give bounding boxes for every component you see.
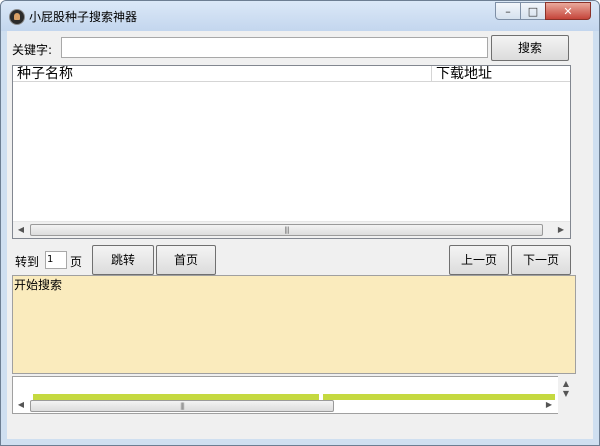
log-text: 开始搜索	[14, 278, 63, 292]
client-area: 关键字: 搜索 种子名称 下载地址 ◀ ||| ▶ 转到 1 页 跳转 首页 上…	[7, 31, 593, 439]
prev-page-button[interactable]: 上一页	[449, 245, 509, 275]
results-horizontal-scrollbar[interactable]: ◀ ||| ▶	[13, 221, 570, 238]
minimize-button[interactable]: –	[495, 2, 521, 20]
page-unit-label: 页	[70, 255, 83, 269]
jump-button[interactable]: 跳转	[92, 245, 154, 275]
scroll-right-icon[interactable]: ▶	[541, 397, 557, 413]
close-icon: ✕	[563, 5, 573, 18]
maximize-icon: □	[527, 5, 539, 18]
log-textarea[interactable]: 开始搜索	[12, 275, 576, 374]
search-button[interactable]: 搜索	[491, 35, 569, 61]
maximize-button[interactable]: □	[520, 2, 546, 20]
column-header-download-url[interactable]: 下载地址	[432, 66, 570, 82]
keyword-input[interactable]	[61, 37, 488, 58]
scroll-right-icon[interactable]: ▶	[553, 222, 569, 238]
scroll-thumb[interactable]: |||	[30, 400, 334, 412]
results-list[interactable]: 种子名称 下载地址 ◀ ||| ▶	[12, 65, 571, 239]
close-button[interactable]: ✕	[545, 2, 591, 20]
scroll-thumb[interactable]: |||	[30, 224, 543, 236]
page-number-input[interactable]: 1	[45, 251, 67, 269]
scroll-down-icon[interactable]: ▼	[558, 386, 574, 402]
app-window: 小屁股种子搜索神器 – □ ✕ 关键字: 搜索 种子名称 下载地址 ◀ ||| …	[0, 0, 600, 446]
column-header-torrent-name[interactable]: 种子名称	[13, 66, 432, 82]
progress-horizontal-scrollbar[interactable]: ◀ ||| ▶	[13, 397, 557, 413]
title-bar[interactable]: 小屁股种子搜索神器 – □ ✕	[1, 1, 599, 31]
window-title: 小屁股种子搜索神器	[29, 10, 138, 24]
goto-label: 转到	[15, 255, 40, 269]
progress-panel: ◀ ||| ▶	[12, 376, 571, 414]
minimize-icon: –	[505, 5, 511, 18]
next-page-button[interactable]: 下一页	[511, 245, 571, 275]
scroll-left-icon[interactable]: ◀	[13, 222, 29, 238]
app-logo-icon	[9, 9, 25, 25]
keyword-label: 关键字:	[12, 43, 53, 57]
progress-vertical-scrollbar[interactable]: ▲ ▼	[558, 376, 575, 414]
first-page-button[interactable]: 首页	[156, 245, 216, 275]
scroll-left-icon[interactable]: ◀	[13, 397, 29, 413]
